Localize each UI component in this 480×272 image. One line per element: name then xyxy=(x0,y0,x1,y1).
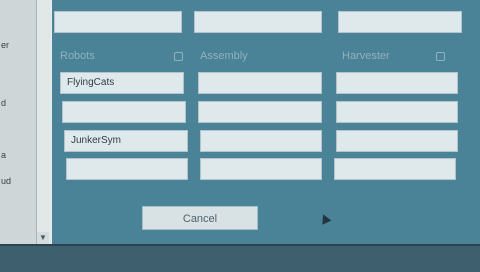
cancel-button[interactable]: Cancel xyxy=(142,206,258,230)
assembly-field-1[interactable] xyxy=(198,72,322,94)
top-field-1[interactable] xyxy=(54,11,182,33)
sidebar-label: er xyxy=(1,40,10,50)
top-field-2[interactable] xyxy=(194,11,322,33)
sort-icon[interactable] xyxy=(174,52,183,61)
harvester-field-3[interactable] xyxy=(336,130,458,152)
robots-field-2[interactable] xyxy=(62,101,186,123)
harvester-field-2[interactable] xyxy=(336,101,458,123)
sidebar-label: a xyxy=(1,150,7,160)
harvester-field-4[interactable] xyxy=(334,158,456,180)
robots-field-1[interactable]: FlyingCats xyxy=(60,72,184,94)
harvester-field-1[interactable] xyxy=(336,72,458,94)
column-header-robots: Robots xyxy=(60,50,95,62)
sidebar-label: ud xyxy=(1,176,12,186)
assembly-field-3[interactable] xyxy=(200,130,322,152)
column-header-assembly: Assembly xyxy=(200,50,248,62)
assembly-field-4[interactable] xyxy=(200,158,322,180)
assembly-field-2[interactable] xyxy=(198,101,322,123)
status-bar xyxy=(0,244,480,272)
top-field-3[interactable] xyxy=(338,11,462,33)
dialog-panel: Robots Assembly Harvester FlyingCats Jun… xyxy=(52,0,480,244)
robots-field-3[interactable]: JunkerSym xyxy=(64,130,188,152)
scroll-down-arrow-icon[interactable]: ▼ xyxy=(37,232,49,244)
sidebar-label: d xyxy=(1,98,7,108)
robots-field-4[interactable] xyxy=(66,158,188,180)
sidebar-scrollbar[interactable] xyxy=(36,0,51,244)
column-header-harvester: Harvester xyxy=(342,50,390,62)
left-sidebar: er d a ud ▼ xyxy=(0,0,52,248)
sort-icon[interactable] xyxy=(436,52,445,61)
